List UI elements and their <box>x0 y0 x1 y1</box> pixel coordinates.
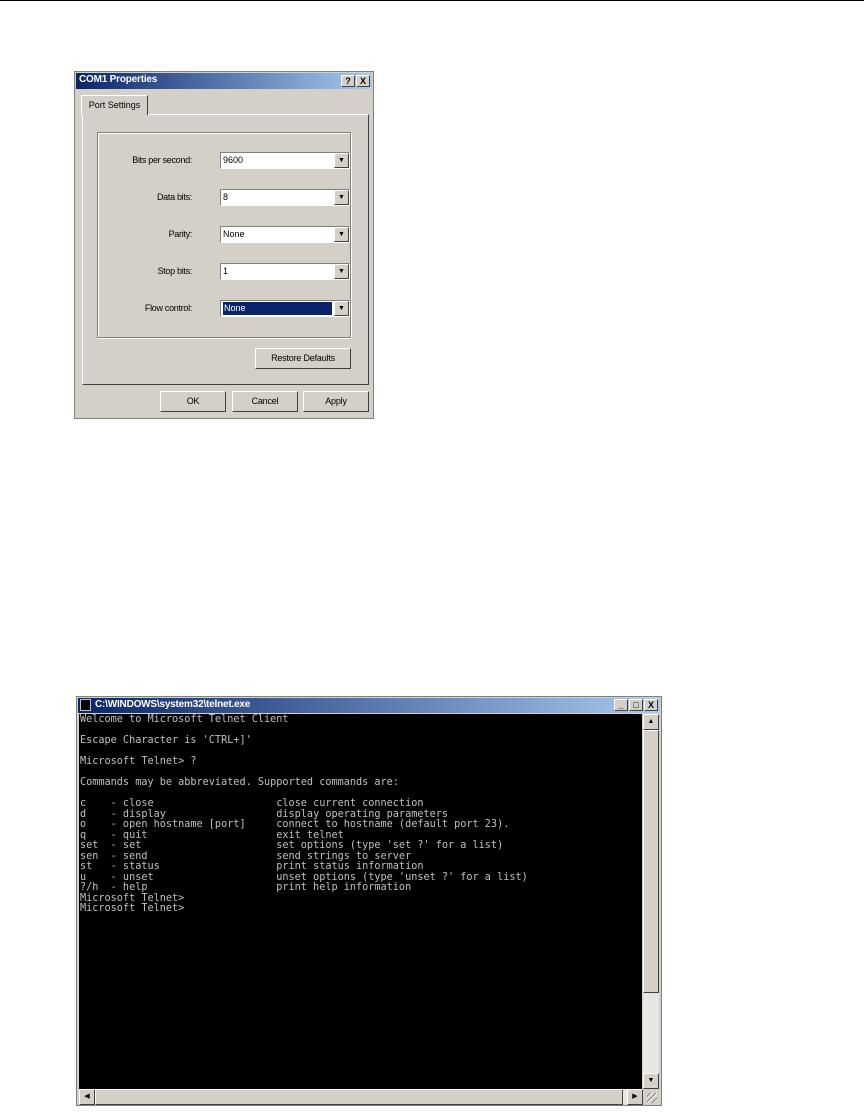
chevron-down-icon[interactable]: ▼ <box>334 227 349 242</box>
flow-control-label: Flow control: <box>144 303 192 313</box>
resize-grip[interactable] <box>643 1089 659 1105</box>
close-button[interactable]: X <box>644 699 658 711</box>
horizontal-scroll-thumb[interactable] <box>95 1089 623 1105</box>
com1-properties-dialog: COM1 Properties ? X Port Settings Bits p… <box>74 71 374 419</box>
restore-defaults-button[interactable]: Restore Defaults <box>255 348 351 369</box>
scroll-down-arrow-icon[interactable]: ▼ <box>643 1073 659 1089</box>
scroll-right-arrow-icon[interactable]: ▶ <box>627 1089 643 1105</box>
close-button[interactable]: X <box>356 75 370 87</box>
console-screen[interactable]: Welcome to Microsoft Telnet Client Escap… <box>79 714 642 1089</box>
scroll-up-arrow-icon[interactable]: ▲ <box>643 714 659 730</box>
maximize-button[interactable]: □ <box>629 699 643 711</box>
data-bits-select[interactable]: 8 ▼ <box>220 189 350 206</box>
minimize-button[interactable]: _ <box>614 699 628 711</box>
flow-control-select[interactable]: None ▼ <box>220 300 350 317</box>
parity-select[interactable]: None ▼ <box>220 226 350 243</box>
apply-button[interactable]: Apply <box>303 391 369 412</box>
parity-value: None <box>223 229 245 239</box>
console-app-icon[interactable] <box>80 699 91 711</box>
parity-label: Parity: <box>168 229 193 239</box>
chevron-down-icon[interactable]: ▼ <box>334 153 349 168</box>
data-bits-value: 8 <box>223 192 229 202</box>
bits-per-second-value: 9600 <box>223 155 244 165</box>
cancel-button[interactable]: Cancel <box>232 391 298 412</box>
chevron-down-icon[interactable]: ▼ <box>334 190 349 205</box>
flow-control-value: None <box>223 302 332 315</box>
console-titlebar[interactable]: C:\WINDOWS\system32\telnet.exe _ □ X <box>78 698 660 713</box>
bits-per-second-select[interactable]: 9600 ▼ <box>220 152 350 169</box>
console-title: C:\WINDOWS\system32\telnet.exe <box>95 699 251 710</box>
ok-button[interactable]: OK <box>160 391 226 412</box>
tab-port-settings[interactable]: Port Settings <box>81 95 148 115</box>
stop-bits-label: Stop bits: <box>157 266 192 276</box>
data-bits-label: Data bits: <box>156 192 192 202</box>
dialog-title: COM1 Properties <box>79 74 158 85</box>
vertical-scrollbar[interactable]: ▲ ▼ <box>643 714 659 1089</box>
stop-bits-value: 1 <box>223 266 229 276</box>
port-settings-group: Bits per second: 9600 ▼ Data bits: 8 ▼ P… <box>97 132 351 338</box>
resize-grip-icon <box>647 1093 657 1103</box>
vertical-scroll-thumb[interactable] <box>643 730 659 993</box>
scroll-left-arrow-icon[interactable]: ◀ <box>79 1089 95 1105</box>
dialog-titlebar[interactable]: COM1 Properties ? X <box>76 73 372 89</box>
page-top-rule <box>0 0 864 1</box>
stop-bits-select[interactable]: 1 ▼ <box>220 263 350 280</box>
bits-per-second-label: Bits per second: <box>132 155 192 165</box>
telnet-console-window: C:\WINDOWS\system32\telnet.exe _ □ X Wel… <box>76 696 662 1106</box>
chevron-down-icon[interactable]: ▼ <box>334 264 349 279</box>
help-button[interactable]: ? <box>341 75 355 87</box>
horizontal-scrollbar[interactable]: ◀ ▶ <box>79 1089 643 1105</box>
port-settings-panel: Bits per second: 9600 ▼ Data bits: 8 ▼ P… <box>82 114 369 385</box>
console-output: Welcome to Microsoft Telnet Client Escap… <box>80 714 528 914</box>
chevron-down-icon[interactable]: ▼ <box>334 301 349 316</box>
